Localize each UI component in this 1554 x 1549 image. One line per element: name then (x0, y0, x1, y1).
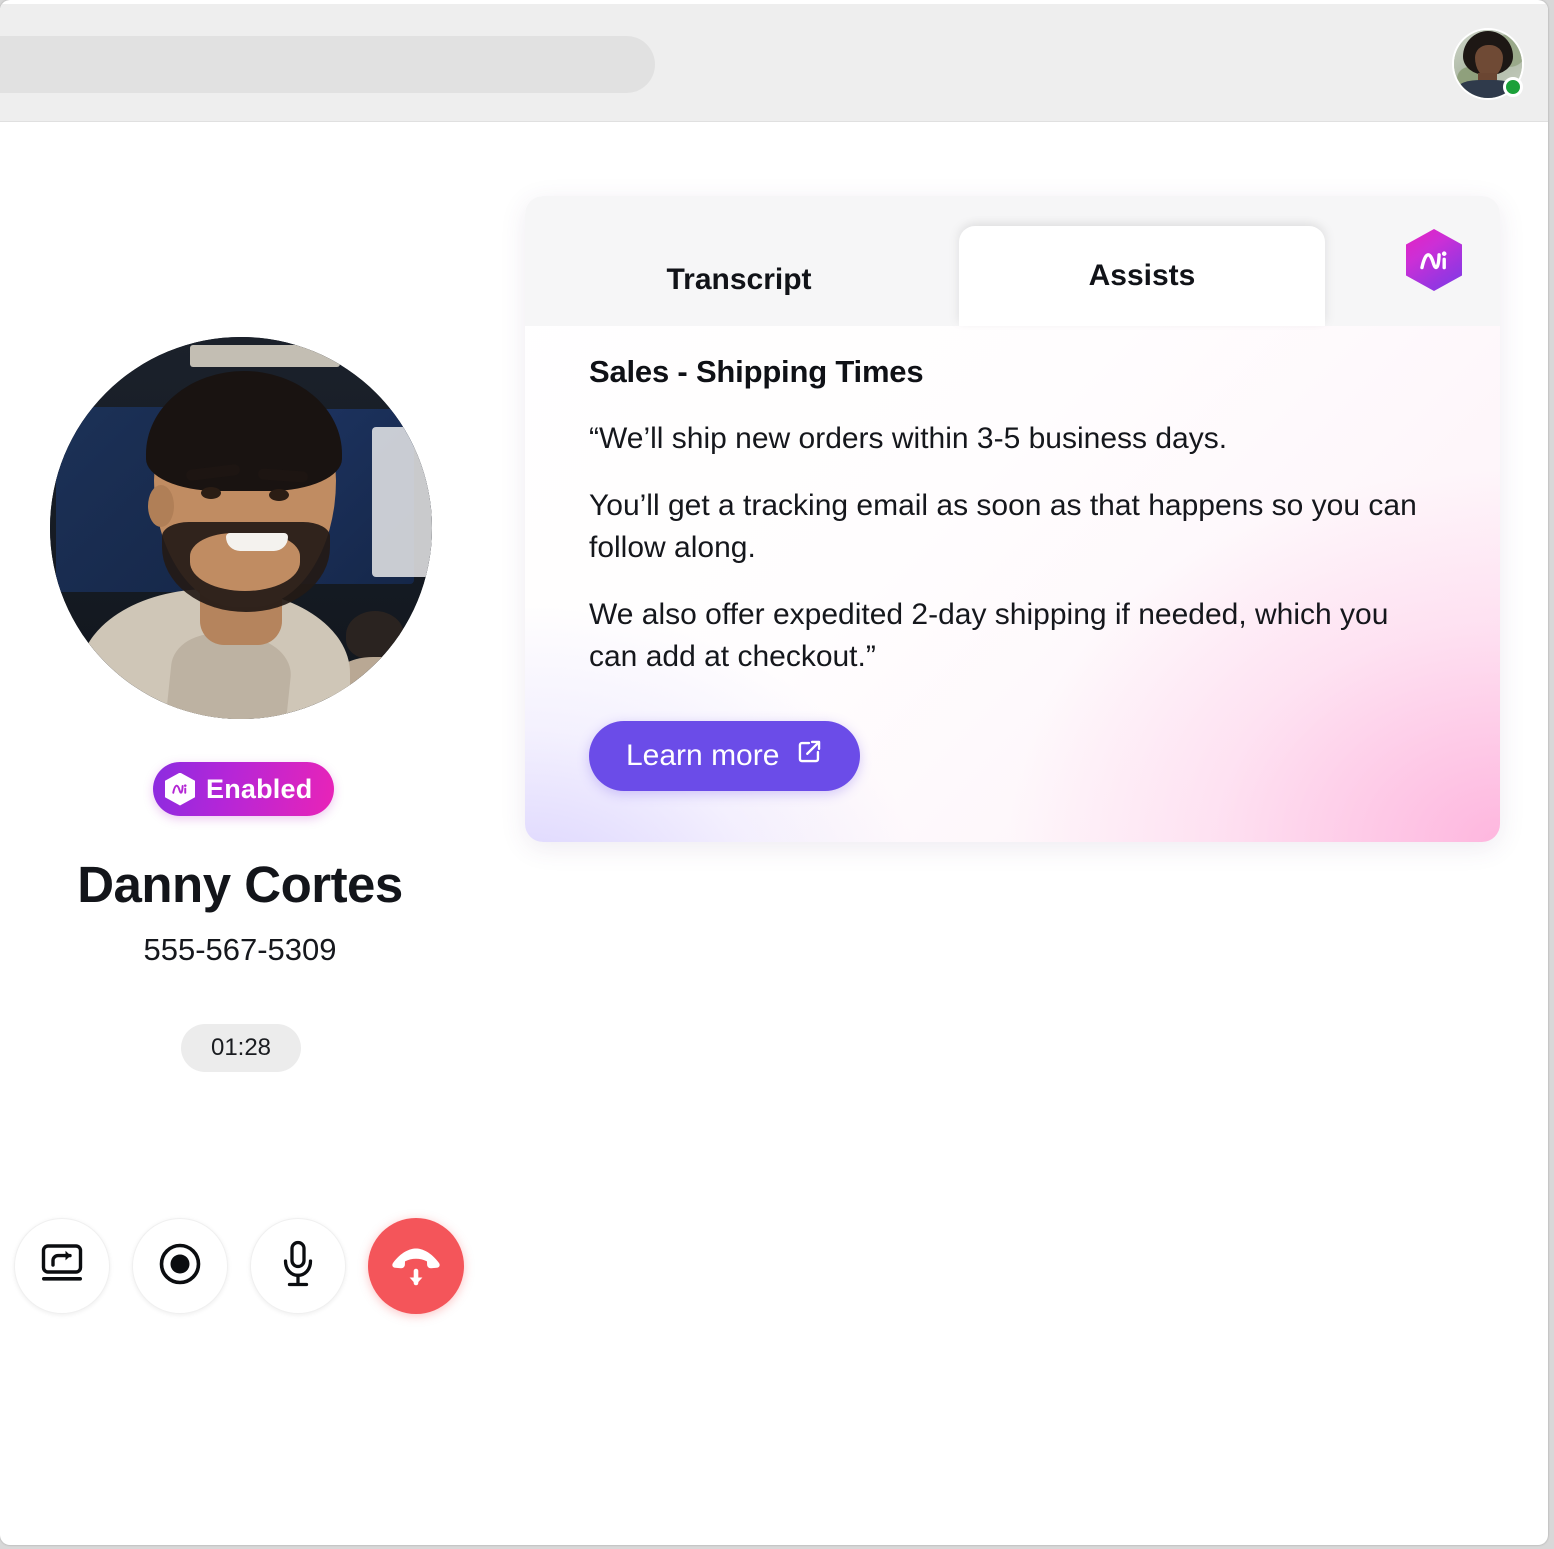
transfer-call-button[interactable] (14, 1218, 110, 1314)
status-badge (1503, 77, 1523, 97)
tab-assists-label: Assists (1088, 259, 1196, 292)
caller-eye-left (201, 487, 221, 499)
caller-eye-right (269, 489, 289, 501)
assist-title: Sales - Shipping Times (589, 354, 924, 389)
caller-name: Danny Cortes (77, 856, 403, 913)
tab-transcript[interactable]: Transcript (525, 234, 953, 326)
caller-ear (148, 485, 174, 527)
tab-bar: Transcript Assists (525, 196, 1500, 326)
ai-hexagon-icon (1406, 229, 1462, 291)
assists-card: Transcript Assists Sales - Shipping Time… (525, 196, 1500, 842)
ai-enabled-label: Enabled (206, 773, 313, 804)
assist-content: Sales - Shipping Times “We’ll ship new o… (589, 354, 1449, 791)
ai-enabled-badge[interactable]: Enabled (153, 762, 335, 816)
call-controls (14, 1218, 464, 1314)
ai-hexagon-icon (165, 772, 195, 806)
assist-paragraph: “We’ll ship new orders within 3-5 busine… (589, 422, 1228, 455)
office-window (372, 427, 432, 577)
tab-transcript-label: Transcript (666, 263, 812, 296)
call-timer: 01:28 (181, 1024, 301, 1072)
assist-paragraph: You’ll get a tracking email as soon as t… (589, 488, 1417, 565)
screen-transfer-icon (39, 1243, 85, 1290)
hangup-phone-icon (387, 1237, 445, 1296)
external-link-icon (796, 738, 823, 773)
end-call-button[interactable] (368, 1218, 464, 1314)
caller-photo (50, 337, 432, 719)
record-call-button[interactable] (132, 1218, 228, 1314)
top-bar (0, 4, 1548, 122)
learn-more-label: Learn more (626, 738, 780, 772)
learn-more-button[interactable]: Learn more (589, 720, 861, 791)
caller-smile (226, 533, 288, 551)
search-input[interactable] (0, 36, 655, 93)
app-window: Enabled Danny Cortes 555-567-5309 01:28 (0, 0, 1548, 1545)
tab-assists[interactable]: Assists (959, 226, 1325, 326)
office-ceiling-light (190, 345, 340, 367)
caller-phone-number: 555-567-5309 (143, 932, 337, 967)
avatar[interactable] (1454, 30, 1523, 98)
microphone-button[interactable] (250, 1218, 346, 1314)
record-circle-icon (158, 1242, 202, 1291)
caller-panel: Enabled Danny Cortes 555-567-5309 01:28 (0, 122, 480, 1322)
microphone-icon (281, 1240, 315, 1293)
assist-paragraph: We also offer expedited 2-day shipping i… (589, 597, 1389, 674)
